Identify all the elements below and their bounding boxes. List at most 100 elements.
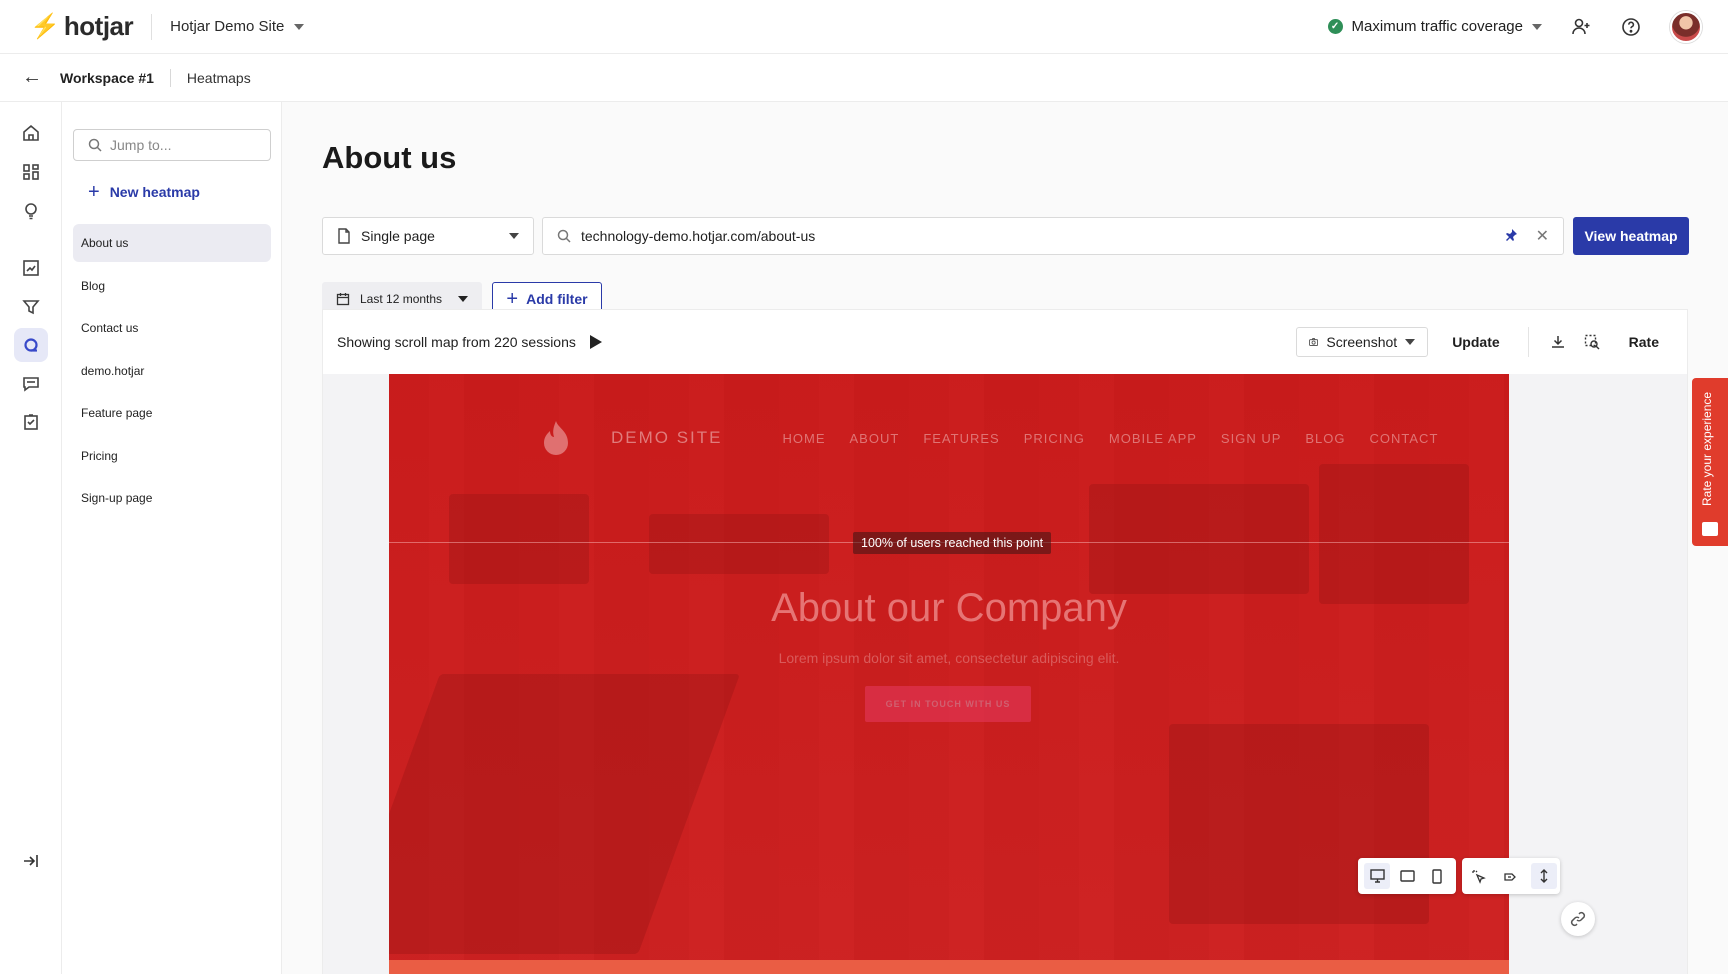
heatmap-list-sidebar: Jump to... + New heatmap About us Blog C… [62, 102, 282, 974]
add-user-icon[interactable] [1570, 16, 1592, 38]
flame-logo-icon [539, 418, 573, 458]
screenshot-select[interactable]: Screenshot [1296, 327, 1429, 357]
panel-header: Showing scroll map from 220 sessions Scr… [323, 310, 1687, 374]
chevron-down-icon [1405, 339, 1416, 345]
update-button[interactable]: Update [1452, 334, 1499, 350]
feedback-icon[interactable] [14, 367, 48, 401]
trends-icon[interactable] [14, 251, 48, 285]
url-value: technology-demo.hotjar.com/about-us [581, 228, 816, 244]
search-icon [88, 138, 102, 152]
demo-nav-link: ABOUT [849, 430, 900, 446]
site-selector[interactable]: Hotjar Demo Site [170, 18, 305, 35]
breadcrumb-workspace[interactable]: Workspace #1 [60, 70, 154, 86]
click-map-icon[interactable] [1465, 863, 1491, 889]
calendar-icon [336, 292, 350, 305]
brand-name: hotjar [63, 11, 134, 41]
session-summary: Showing scroll map from 220 sessions [337, 334, 576, 350]
list-item[interactable]: demo.hotjar [73, 352, 271, 390]
url-input[interactable]: technology-demo.hotjar.com/about-us ✕ [542, 217, 1564, 255]
screenshot-label: Screenshot [1326, 334, 1398, 350]
view-heatmap-button[interactable]: View heatmap [1573, 217, 1689, 255]
scroll-map-preview: DEMO SITE HOME ABOUT FEATURES PRICING MO… [389, 374, 1509, 974]
scroll-map-icon[interactable] [1530, 863, 1557, 889]
demo-nav-link: CONTACT [1369, 430, 1439, 446]
demo-nav-link: SIGN UP [1220, 430, 1282, 446]
list-item[interactable]: Pricing [73, 437, 271, 475]
plus-icon: + [88, 181, 100, 203]
demo-nav-link: PRICING [1023, 430, 1085, 446]
breadcrumb: ← Workspace #1 Heatmaps [0, 54, 1728, 102]
desktop-icon[interactable] [1364, 863, 1390, 889]
demo-site-nav: DEMO SITE HOME ABOUT FEATURES PRICING MO… [539, 418, 1462, 458]
search-icon [557, 229, 571, 243]
page-icon [338, 228, 350, 244]
main-content: About us Single page technology-demo.hot… [282, 102, 1728, 974]
surveys-icon[interactable] [14, 405, 48, 439]
chevron-down-icon [1532, 23, 1542, 30]
camera-icon [1309, 338, 1319, 346]
check-circle-icon: ✓ [1327, 19, 1343, 34]
back-arrow-icon[interactable]: ← [22, 66, 42, 89]
feedback-widget-icon [1702, 522, 1718, 536]
compare-icon[interactable] [1581, 334, 1603, 350]
demo-hero-subtitle: Lorem ipsum dolor sit amet, consectetur … [778, 650, 1120, 666]
heatmap-type-toggle [1462, 858, 1560, 894]
demo-nav-link: HOME [782, 430, 826, 446]
home-icon[interactable] [14, 116, 48, 150]
avatar[interactable] [1670, 10, 1702, 43]
divider [169, 68, 171, 87]
demo-site-brand: DEMO SITE [611, 428, 723, 447]
clear-icon[interactable]: ✕ [1536, 226, 1549, 246]
new-heatmap-button[interactable]: + New heatmap [88, 182, 200, 202]
date-range-value: Last 12 months [360, 291, 443, 306]
chevron-down-icon [458, 295, 468, 302]
reach-tooltip: 100% of users reached this point [853, 532, 1052, 554]
chevron-down-icon [509, 233, 519, 239]
demo-nav-link: FEATURES [923, 430, 1000, 446]
new-heatmap-label: New heatmap [109, 184, 200, 200]
pin-icon[interactable] [1504, 228, 1518, 245]
divider [1527, 327, 1529, 357]
lightbulb-icon[interactable] [14, 194, 48, 228]
page-title: About us [322, 140, 457, 175]
device-toggle [1358, 858, 1456, 894]
add-filter-label: Add filter [526, 290, 588, 307]
move-map-icon[interactable] [1498, 863, 1524, 889]
divider [151, 13, 153, 40]
rate-button[interactable]: Rate [1629, 334, 1659, 350]
list-item[interactable]: Sign-up page [73, 479, 271, 517]
jump-to-search[interactable]: Jump to... [73, 129, 271, 161]
list-item[interactable]: Feature page [73, 394, 271, 432]
mobile-icon[interactable] [1424, 863, 1450, 889]
demo-hero-title: About our Company [771, 586, 1127, 630]
rate-experience-label: Rate your experience [1700, 391, 1714, 506]
hotjar-logo[interactable]: ⚡ hotjar [30, 11, 134, 42]
heatmaps-icon[interactable] [14, 328, 48, 362]
list-item[interactable]: About us [73, 224, 271, 262]
hotjar-logo-icon: ⚡ [30, 12, 60, 40]
list-item[interactable]: Blog [73, 267, 271, 305]
heatmap-canvas[interactable]: DEMO SITE HOME ABOUT FEATURES PRICING MO… [323, 374, 1687, 974]
chevron-down-icon [294, 23, 305, 30]
top-bar: ⚡ hotjar Hotjar Demo Site ✓ Maximum traf… [0, 0, 1728, 54]
funnels-icon[interactable] [14, 290, 48, 324]
play-icon[interactable] [589, 335, 602, 349]
heatmap-panel: Showing scroll map from 220 sessions Scr… [322, 309, 1688, 974]
download-icon[interactable] [1547, 334, 1569, 350]
list-item[interactable]: Contact us [73, 309, 271, 347]
icon-rail [0, 102, 62, 974]
heatmap-list: About us Blog Contact us demo.hotjar Fea… [73, 224, 271, 522]
site-name: Hotjar Demo Site [170, 18, 285, 35]
traffic-coverage-selector[interactable]: ✓ Maximum traffic coverage [1327, 18, 1542, 35]
help-icon[interactable] [1620, 16, 1642, 38]
dashboard-icon[interactable] [14, 155, 48, 189]
collapse-icon[interactable] [14, 844, 48, 878]
plus-icon: + [506, 287, 519, 310]
breadcrumb-section[interactable]: Heatmaps [187, 70, 251, 86]
demo-nav-link: BLOG [1305, 430, 1346, 446]
share-link-icon[interactable] [1561, 902, 1595, 936]
page-type-select[interactable]: Single page [322, 217, 534, 255]
rate-experience-tab[interactable]: Rate your experience [1692, 378, 1728, 546]
tablet-icon[interactable] [1394, 863, 1420, 889]
demo-hero-cta: GET IN TOUCH WITH US [865, 686, 1031, 722]
